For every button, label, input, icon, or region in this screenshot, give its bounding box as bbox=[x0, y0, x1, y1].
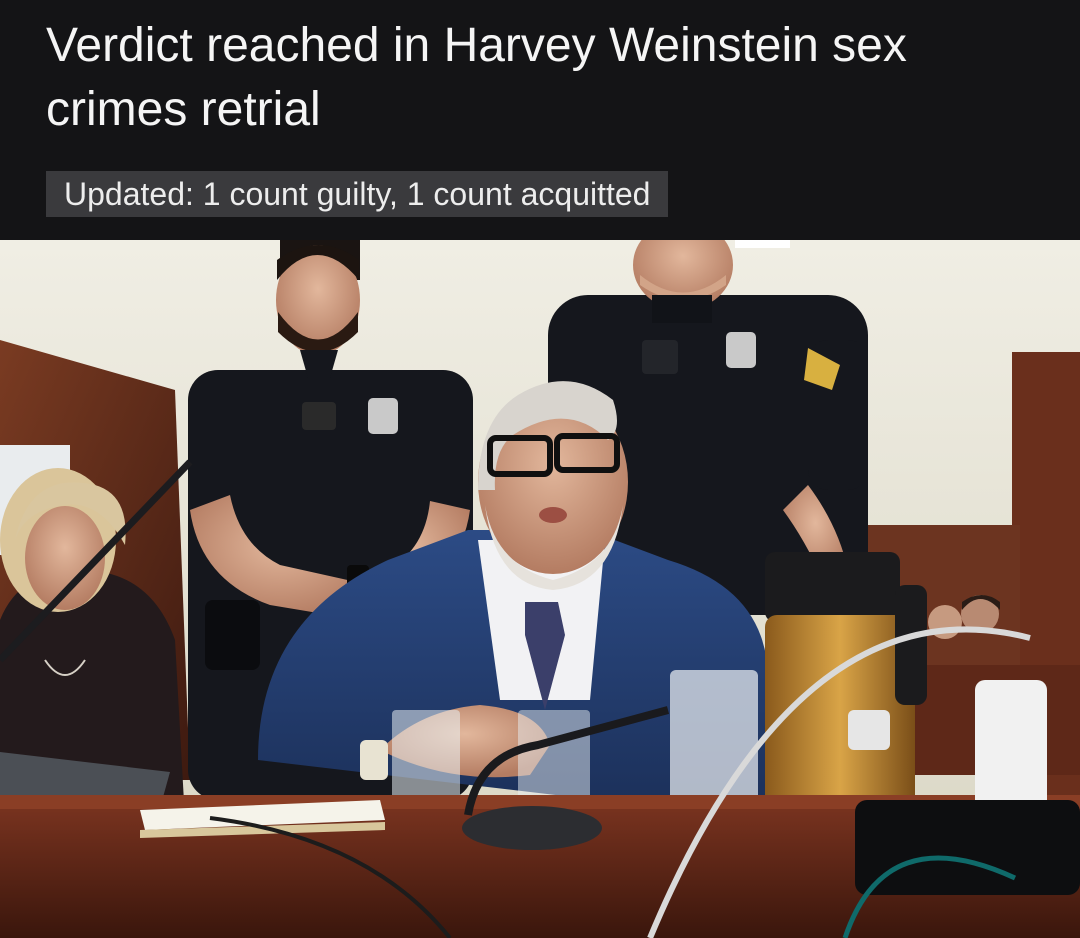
article-headline[interactable]: Verdict reached in Harvey Weinstein sex … bbox=[46, 14, 1046, 142]
ceiling-light bbox=[735, 240, 790, 248]
courtroom-photo[interactable] bbox=[0, 240, 1080, 938]
update-badge: Updated: 1 count guilty, 1 count acquitt… bbox=[46, 171, 669, 217]
article-header: Verdict reached in Harvey Weinstein sex … bbox=[0, 0, 1080, 240]
